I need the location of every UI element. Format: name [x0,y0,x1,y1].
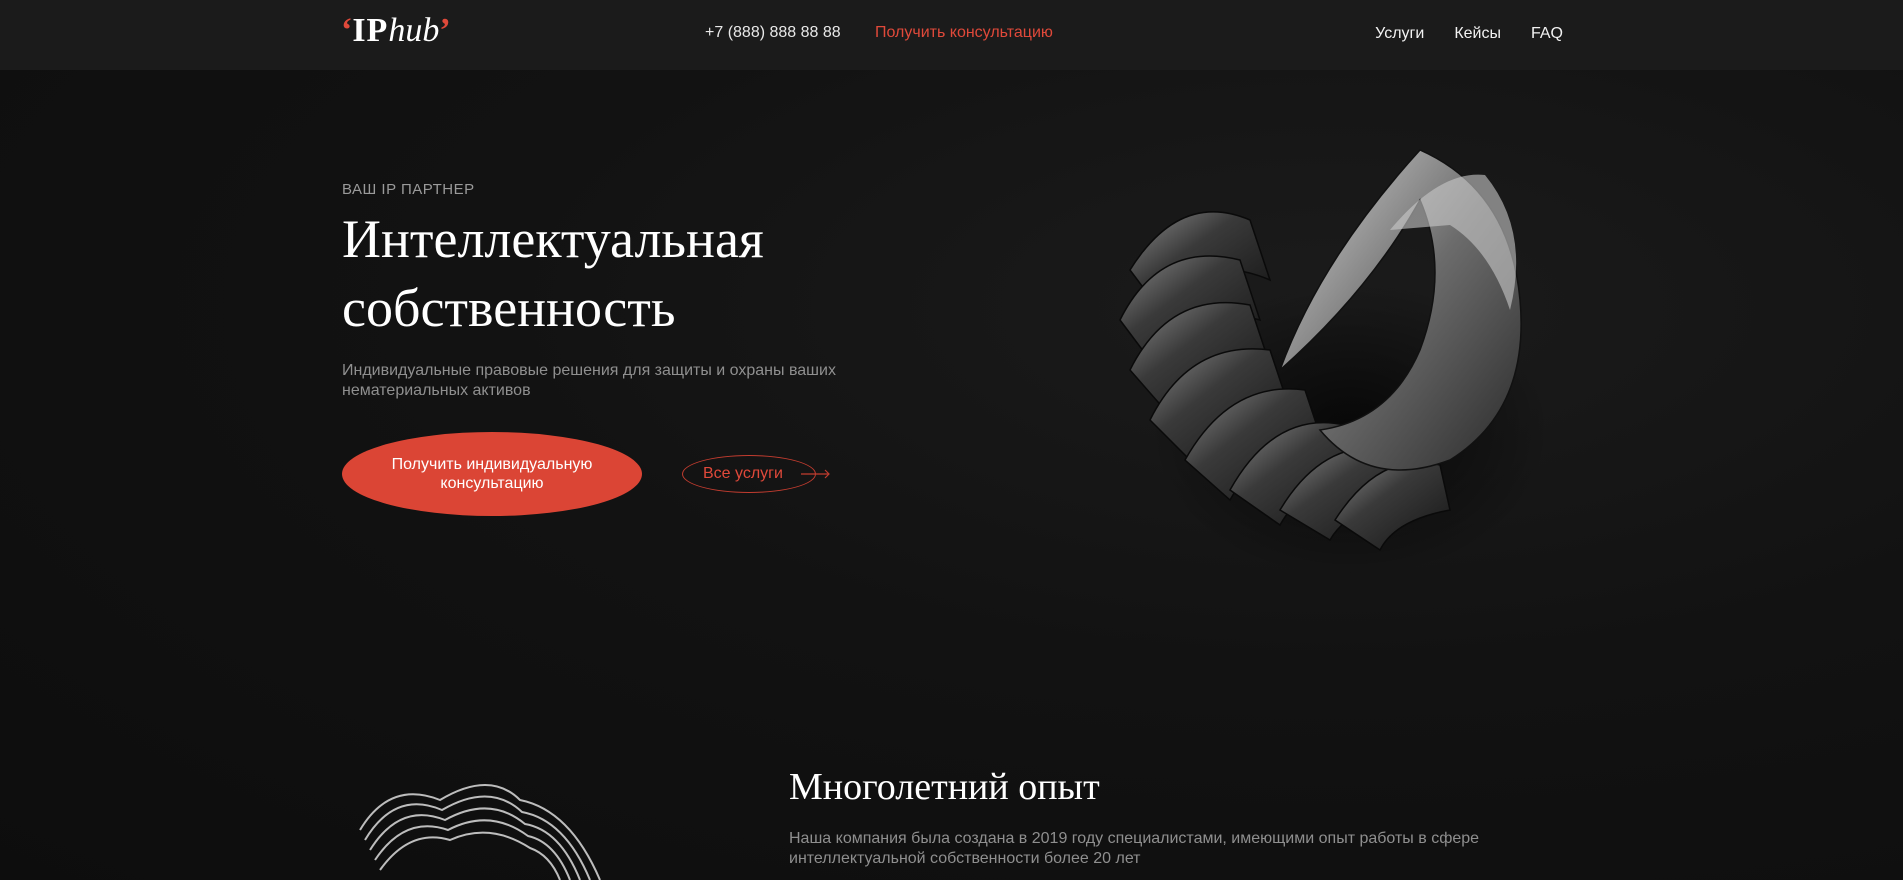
phone-link[interactable]: +7 (888) 888 88 88 [705,24,841,42]
logo-hub: hub [388,12,440,49]
nav-item-faq[interactable]: FAQ [1531,25,1563,43]
logo[interactable]: ‘ IP hub ’ [341,14,451,54]
get-consultation-button[interactable]: Получить индивидуальную консультацию [342,432,642,516]
get-consultation-label: Получить индивидуальную консультацию [391,456,593,492]
hero-sculpture-image [1119,149,1550,580]
hero-title: Интеллектуальная собственность [342,209,764,338]
wire-sculpture-image [359,784,601,880]
logo-ip: IP [352,12,389,49]
consultation-link[interactable]: Получить консультацию [875,24,1053,42]
all-services-label: Все услуги [703,465,783,482]
all-services-button[interactable]: Все услуги [682,455,830,493]
logo-open-quote: ‘ [341,12,353,49]
logo-close-quote: ’ [439,12,451,49]
experience-title: Многолетний опыт [789,766,1100,808]
site-header: ‘ IP hub ’ +7 (888) 888 88 88 Получить к… [0,0,1903,70]
hero-eyebrow: ВАШ IP ПАРТНЕР [342,181,475,198]
hero-subtitle: Индивидуальные правовые решения для защи… [342,362,836,399]
main-nav: Услуги Кейсы FAQ [1375,25,1563,43]
nav-item-cases[interactable]: Кейсы [1454,25,1501,43]
nav-item-services[interactable]: Услуги [1375,25,1424,43]
experience-text: Наша компания была создана в 2019 году с… [789,830,1480,867]
landing-page: ‘ IP hub ’ +7 (888) 888 88 88 Получить к… [0,0,1903,880]
arrow-right-icon [801,469,830,479]
